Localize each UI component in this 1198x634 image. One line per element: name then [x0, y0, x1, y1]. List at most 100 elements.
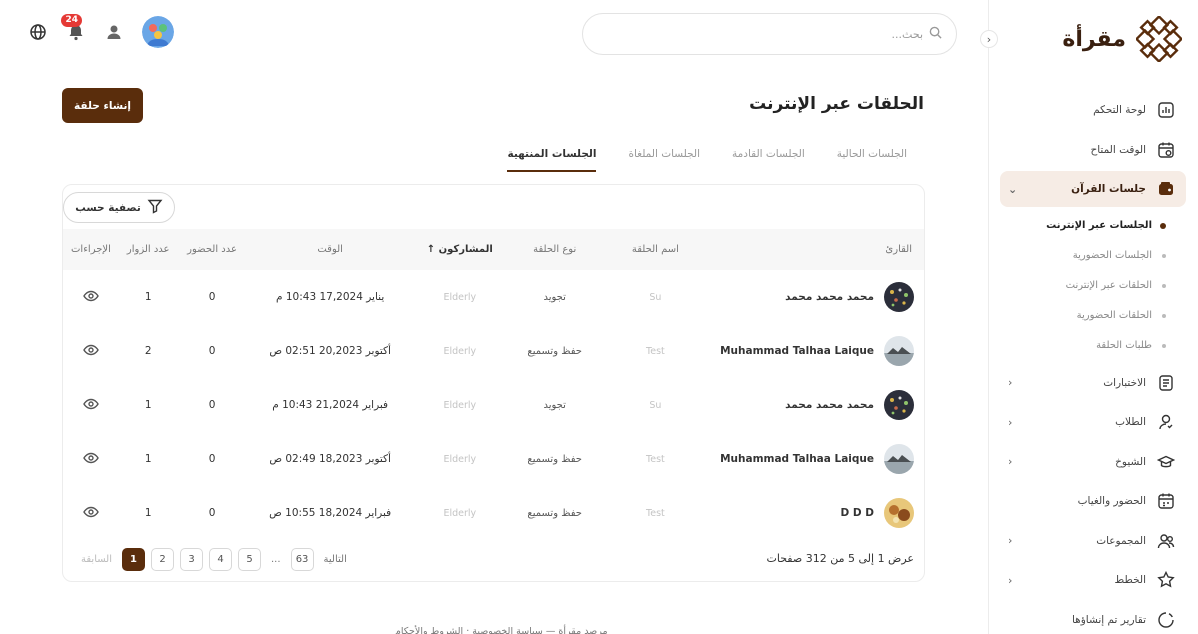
pagination-last-page[interactable]: 63	[290, 548, 314, 571]
pagination-prev[interactable]: السابقة	[77, 554, 116, 565]
reader-name: D D D	[840, 507, 874, 519]
sidebar-nav: لوحة التحكم الوقت المتاح جلسات القرآن ⌄ …	[1000, 92, 1186, 634]
user-avatar[interactable]	[142, 16, 174, 48]
reader-cell: Muhammad Talhaa Laique	[715, 336, 914, 366]
table-row: محمد محمد محمد Su تجويد Elderly يناير 17…	[63, 270, 924, 324]
circle-type-cell: حفظ وتسميع	[527, 507, 582, 519]
footer-links[interactable]: مرصد مقرأة — سياسة الخصوصية · الشروط وال…	[395, 626, 608, 634]
col-reader[interactable]: القارئ	[707, 229, 924, 270]
sidebar-subitem-label: الجلسات عبر الإنترنت	[1046, 220, 1152, 231]
sidebar-item-label: جلسات القرآن	[1071, 183, 1146, 195]
circle-type-cell: تجويد	[543, 399, 566, 411]
sessions-card: تصفية حسب القارئ اسم الحلقة نوع الحلقة ا…	[62, 184, 925, 582]
time-cell: يناير 17,2024 10:43 م	[276, 291, 385, 303]
sidebar-item-dashboard[interactable]: لوحة التحكم	[1000, 92, 1186, 128]
actions-cell	[63, 324, 119, 378]
visitors-cell: 1	[144, 507, 152, 519]
sidebar-item-available-time[interactable]: الوقت المتاح	[1000, 132, 1186, 168]
col-time[interactable]: الوقت	[247, 229, 414, 270]
pagination: السابقة 1 2 3 4 5 ... 63 التالية	[77, 548, 351, 571]
sidebar-item-plans[interactable]: الخطط ‹	[1000, 562, 1186, 598]
view-eye-icon[interactable]	[83, 398, 99, 413]
page-title: الحلقات عبر الإنترنت	[749, 94, 924, 114]
attendance-cell: 0	[208, 345, 216, 357]
search-input[interactable]	[597, 27, 923, 41]
col-participants-label: المشاركون	[438, 244, 493, 255]
col-circle-type[interactable]: نوع الحلقة	[506, 229, 604, 270]
pagination-next[interactable]: التالية	[320, 554, 351, 565]
sidebar-item-label: الشيوخ	[1115, 455, 1146, 468]
reader-name: Muhammad Talhaa Laique	[720, 345, 874, 357]
sidebar-subitem-inperson-sessions[interactable]: الجلسات الحضورية	[1000, 241, 1166, 271]
tab-current-sessions[interactable]: الجلسات الحالية	[837, 140, 907, 172]
chevron-left-icon: ‹	[1008, 455, 1013, 468]
col-attendance[interactable]: عدد الحضور	[178, 229, 247, 270]
sidebar-item-exams[interactable]: الاختبارات ‹	[1000, 365, 1186, 401]
sidebar-item-groups[interactable]: المجموعات ‹	[1000, 523, 1186, 559]
sidebar-item-attendance[interactable]: الحضور والغياب	[1000, 483, 1186, 519]
sidebar-subitem-online-circles[interactable]: الحلقات عبر الإنترنت	[1000, 271, 1166, 301]
pagination-page[interactable]: 5	[238, 548, 261, 571]
actions-cell	[63, 486, 119, 540]
filter-button[interactable]: تصفية حسب	[63, 192, 175, 223]
chevron-left-icon: ‹	[1008, 534, 1013, 547]
brand-name: مقرأة	[1062, 26, 1126, 52]
participants-cell: Elderly	[443, 399, 477, 411]
time-cell: فبراير 21,2024 10:43 م	[272, 399, 389, 411]
participants-cell: Elderly	[443, 507, 477, 519]
pagination-page[interactable]: 4	[209, 548, 232, 571]
circle-name-cell: Test	[646, 507, 665, 519]
pagination-page[interactable]: 2	[151, 548, 174, 571]
circle-name-cell: Test	[646, 345, 665, 357]
reader-avatar	[884, 498, 914, 528]
visitors-cell: 1	[144, 453, 152, 465]
reader-avatar	[884, 282, 914, 312]
sidebar-item-label: الوقت المتاح	[1090, 143, 1146, 156]
chevron-down-icon: ⌄	[1008, 182, 1018, 196]
sidebar-item-label: تقارير تم إنشاؤها	[1071, 613, 1146, 626]
actions-cell	[63, 432, 119, 486]
reader-cell: Muhammad Talhaa Laique	[715, 444, 914, 474]
sidebar-item-quran-sessions[interactable]: جلسات القرآن ⌄	[1000, 171, 1186, 207]
graduation-cap-icon	[1156, 452, 1176, 472]
sidebar-item-reports[interactable]: تقارير تم إنشاؤها	[1000, 602, 1186, 634]
view-eye-icon[interactable]	[83, 452, 99, 467]
reader-cell: D D D	[715, 498, 914, 528]
users-icon	[1156, 531, 1176, 551]
tab-finished-sessions[interactable]: الجلسات المنتهية	[507, 140, 597, 172]
sidebar-subitem-circle-requests[interactable]: طلبات الحلقة	[1000, 331, 1166, 361]
reader-name: محمد محمد محمد	[785, 291, 874, 303]
search-box[interactable]	[582, 13, 957, 55]
visitors-cell: 2	[144, 345, 152, 357]
sidebar-item-label: الخطط	[1114, 574, 1146, 586]
pagination-page[interactable]: 3	[180, 548, 203, 571]
tab-cancelled-sessions[interactable]: الجلسات الملغاة	[628, 140, 700, 172]
time-cell: أكتوبر 18,2023 02:49 ص	[269, 453, 391, 465]
view-eye-icon[interactable]	[83, 506, 99, 521]
sidebar-item-students[interactable]: الطلاب ‹	[1000, 404, 1186, 440]
view-eye-icon[interactable]	[83, 290, 99, 305]
circle-type-cell: تجويد	[543, 291, 566, 303]
create-circle-button[interactable]: إنشاء حلقة	[62, 88, 143, 123]
tab-upcoming-sessions[interactable]: الجلسات القادمة	[732, 140, 805, 172]
language-globe-icon[interactable]	[28, 22, 48, 42]
col-participants[interactable]: المشاركون ↑	[414, 229, 506, 270]
sidebar-item-sheikhs[interactable]: الشيوخ ‹	[1000, 444, 1186, 480]
sessions-table: القارئ اسم الحلقة نوع الحلقة المشاركون ↑…	[63, 229, 924, 540]
chevron-left-icon: ‹	[1008, 415, 1013, 429]
circle-type-cell: حفظ وتسميع	[527, 345, 582, 357]
reader-name: محمد محمد محمد	[785, 399, 874, 411]
sidebar-subitem-inperson-circles[interactable]: الحلقات الحضورية	[1000, 301, 1166, 331]
circle-name-cell: Test	[646, 453, 665, 465]
brand[interactable]: مقرأة	[1062, 16, 1182, 62]
plan-icon	[1156, 570, 1176, 590]
actions-cell	[63, 378, 119, 432]
col-circle-name[interactable]: اسم الحلقة	[603, 229, 707, 270]
notifications-bell-icon[interactable]: 24	[61, 14, 86, 42]
pagination-page[interactable]: 1	[122, 548, 145, 571]
view-eye-icon[interactable]	[83, 344, 99, 359]
sidebar-subitem-online-sessions[interactable]: الجلسات عبر الإنترنت	[1000, 211, 1166, 241]
sidebar-collapse-button[interactable]: ‹	[980, 30, 998, 48]
user-profile-icon[interactable]	[104, 22, 124, 42]
col-visitors[interactable]: عدد الزوار	[119, 229, 178, 270]
